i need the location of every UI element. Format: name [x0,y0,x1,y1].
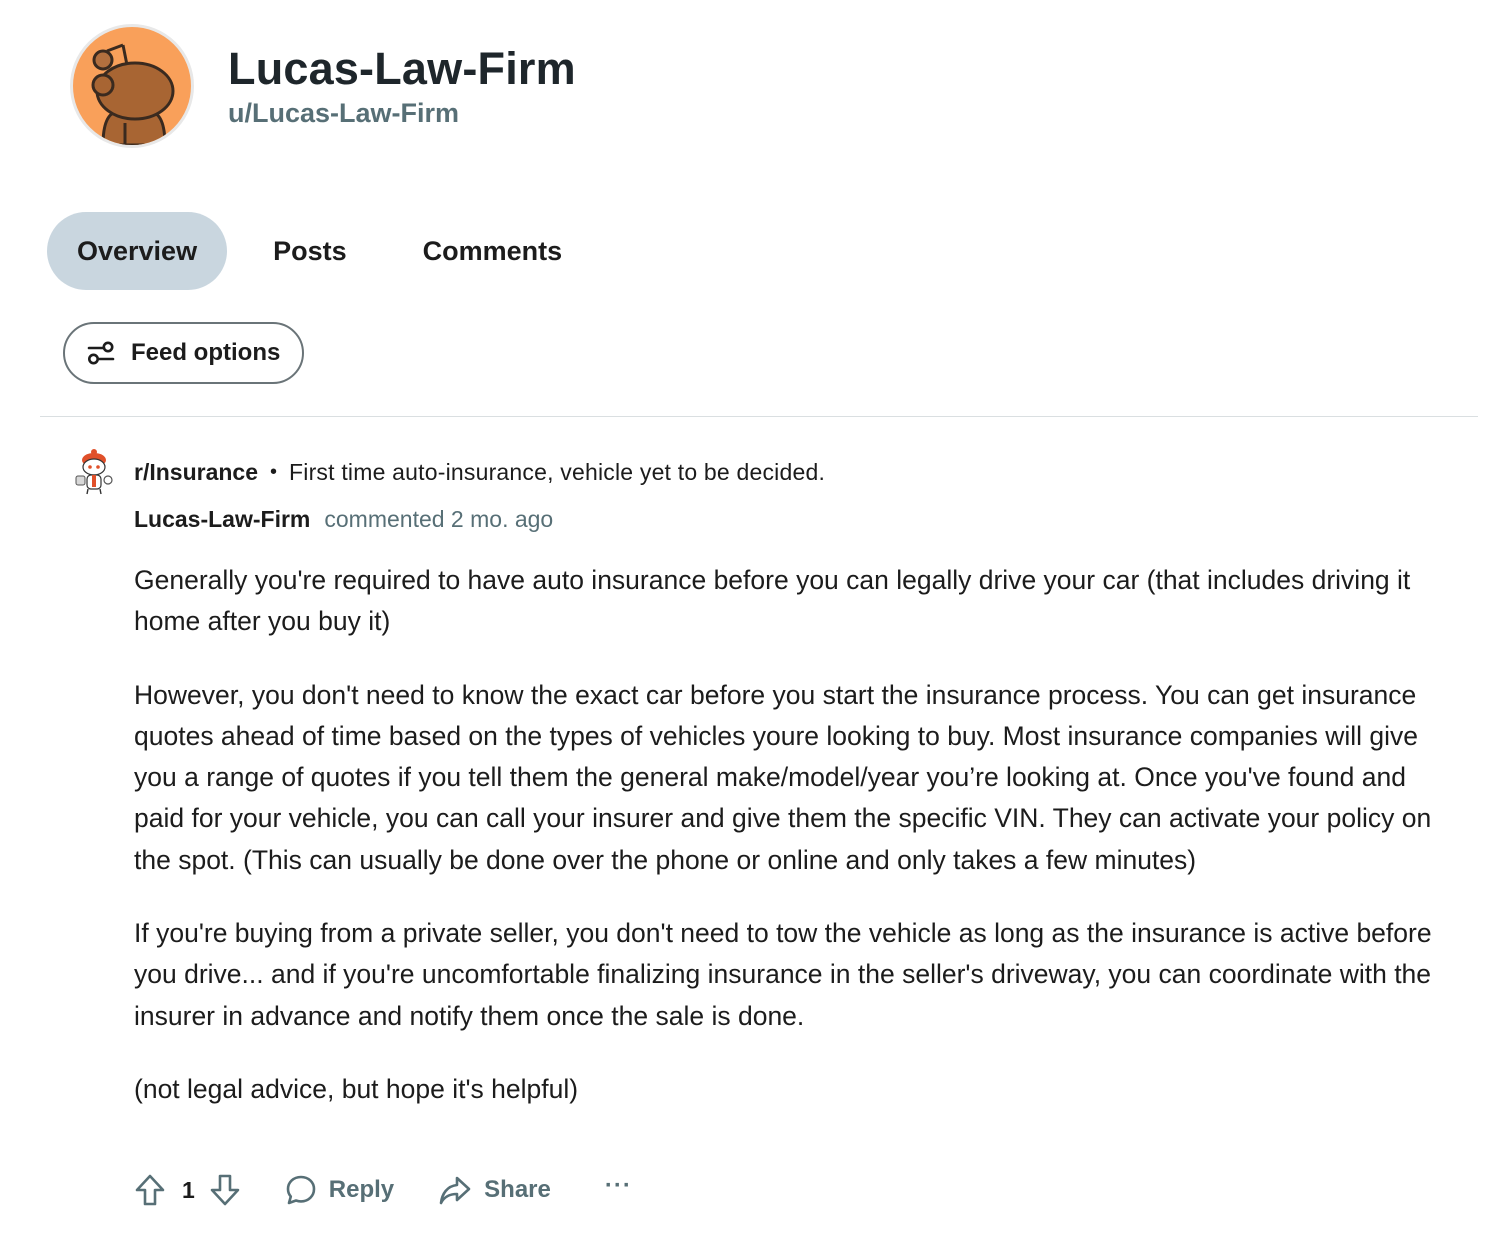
vote-group: 1 [134,1173,241,1207]
comment-actions: 1 Reply Share ··· [134,1168,632,1212]
comment-author[interactable]: Lucas-Law-Firm [134,506,310,533]
reply-label: Reply [328,1176,395,1203]
share-arrow-icon [439,1176,471,1205]
feed-options-label: Feed options [131,339,281,366]
more-options-button[interactable]: ··· [605,1174,632,1198]
snoo-avatar-icon [91,43,175,145]
upvote-icon[interactable] [134,1173,166,1207]
profile-username: u/Lucas-Law-Firm [228,98,460,128]
profile-tabs: Overview Posts Comments [47,212,592,290]
sliders-icon [87,341,115,365]
share-label: Share [484,1176,551,1203]
comment-paragraph: (not legal advice, but hope it's helpful… [134,1073,579,1104]
comment-bubble-icon [286,1175,316,1205]
tab-posts[interactable]: Posts [243,212,377,290]
profile-display-name: Lucas-Law-Firm [228,43,576,94]
tab-overview[interactable]: Overview [47,212,228,290]
profile-header: Lucas-Law-Firm u/Lucas-Law-Firm [70,24,576,148]
feed-options-button[interactable]: Feed options [63,322,305,384]
tab-comments[interactable]: Comments [393,212,593,290]
meta-separator: • [270,460,278,483]
comment-paragraph: Generally you're required to have auto i… [134,565,1411,637]
divider [40,416,1478,417]
reply-button[interactable]: Reply [285,1174,394,1206]
downvote-icon[interactable] [209,1173,241,1207]
comment-timestamp: commented 2 mo. ago [324,506,554,532]
comment-paragraph: If you're buying from a private seller, … [134,918,1432,1031]
avatar[interactable] [70,24,194,148]
comment-paragraph: However, you don't need to know the exac… [134,679,1432,875]
vote-score: 1 [182,1176,195,1203]
comment-meta: r/Insurance • First time auto-insurance,… [70,448,825,496]
post-title-link[interactable]: First time auto-insurance, vehicle yet t… [289,459,825,486]
comment-body: Generally you're required to have auto i… [134,560,1434,1142]
author-row: Lucas-Law-Firm commented 2 mo. ago [134,506,553,533]
subreddit-snoo-icon [71,449,117,495]
subreddit-avatar[interactable] [70,448,118,496]
subreddit-link[interactable]: r/Insurance [134,459,258,486]
share-button[interactable]: Share [438,1174,551,1206]
